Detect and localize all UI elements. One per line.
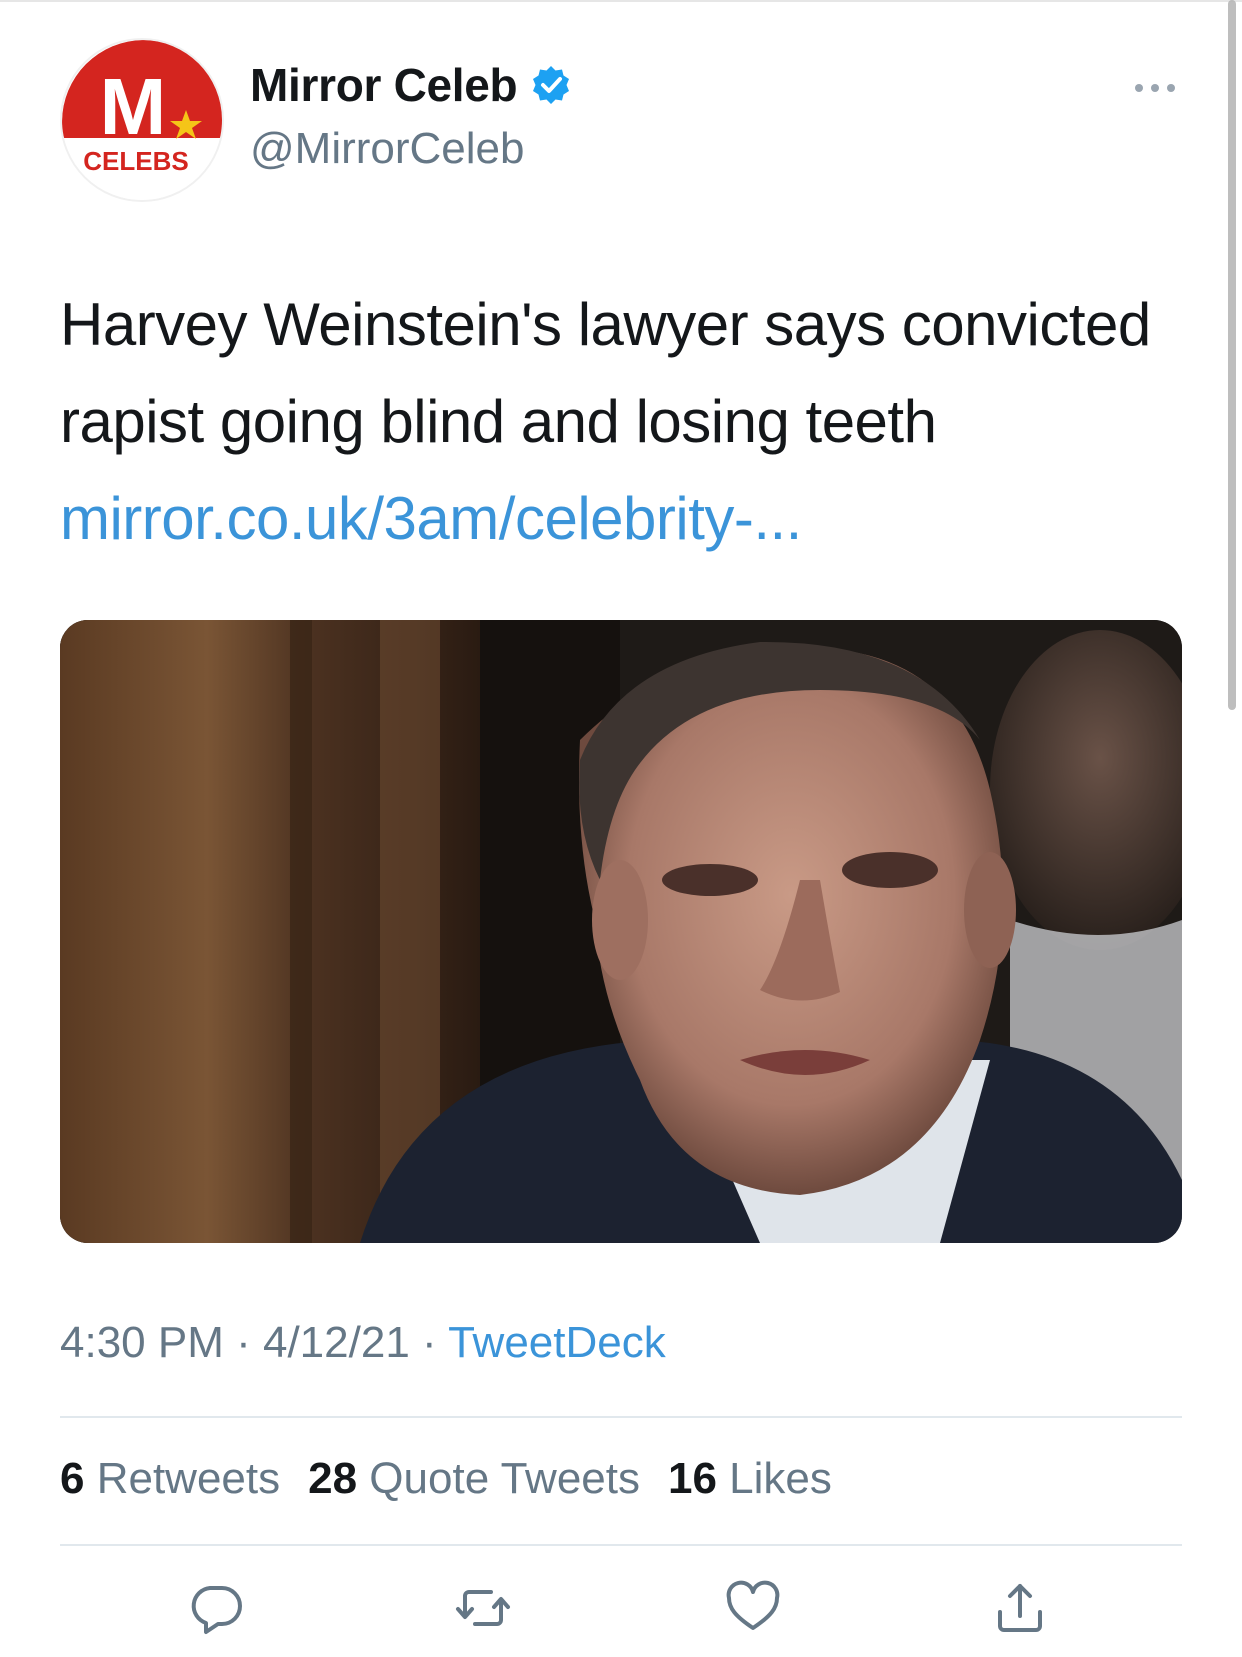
retweets-count: 6 [60,1454,85,1503]
more-options-icon[interactable] [1132,78,1178,98]
retweets-stat[interactable]: 6 Retweets [60,1454,280,1504]
likes-stat[interactable]: 16 Likes [668,1454,832,1504]
retweet-icon[interactable] [455,1580,511,1636]
meta-separator: · [409,1318,449,1367]
avatar[interactable]: M CELEBS [60,38,224,202]
quote-tweets-stat[interactable]: 28 Quote Tweets [308,1454,640,1504]
quote-tweets-label: Quote Tweets [357,1454,640,1503]
retweets-label: Retweets [84,1454,281,1503]
avatar-label: CELEBS [83,146,188,176]
likes-count: 16 [667,1454,717,1503]
quote-tweets-count: 28 [308,1454,358,1503]
tweet-image[interactable] [60,620,1182,1243]
tweet-time: 4:30 PM [60,1318,224,1367]
verified-badge-icon [533,66,570,104]
account-handle[interactable]: @MirrorCeleb [250,124,524,174]
tweet-link[interactable]: mirror.co.uk/3am/celebrity-... [60,485,802,552]
tweet-actions [60,1580,1182,1650]
reply-icon[interactable] [188,1580,244,1636]
tweet-text: Harvey Weinstein's lawyer says convicted… [60,276,1190,567]
tweet-date: 4/12/21 [262,1318,410,1367]
like-icon[interactable] [725,1580,781,1636]
account-name-row[interactable]: Mirror Celeb [250,58,573,112]
tweet-meta: 4:30 PM · 4/12/21 · TweetDeck [60,1318,666,1368]
divider [60,1544,1182,1546]
share-icon[interactable] [992,1580,1048,1636]
tweet-body: Harvey Weinstein's lawyer says convicted… [60,291,1151,455]
tweet-source-link[interactable]: TweetDeck [448,1318,666,1367]
divider [60,1416,1182,1418]
meta-separator: · [223,1318,263,1367]
tweet-stats: 6 Retweets 28 Quote Tweets 16 Likes [60,1454,832,1504]
display-name[interactable]: Mirror Celeb [250,58,518,112]
photo-illustration [60,620,1182,1243]
likes-label: Likes [716,1454,832,1503]
avatar-letter: M [100,62,167,151]
mirror-celebs-logo: M CELEBS [62,40,222,200]
scrollbar[interactable] [1228,0,1236,710]
top-divider [0,0,1242,2]
